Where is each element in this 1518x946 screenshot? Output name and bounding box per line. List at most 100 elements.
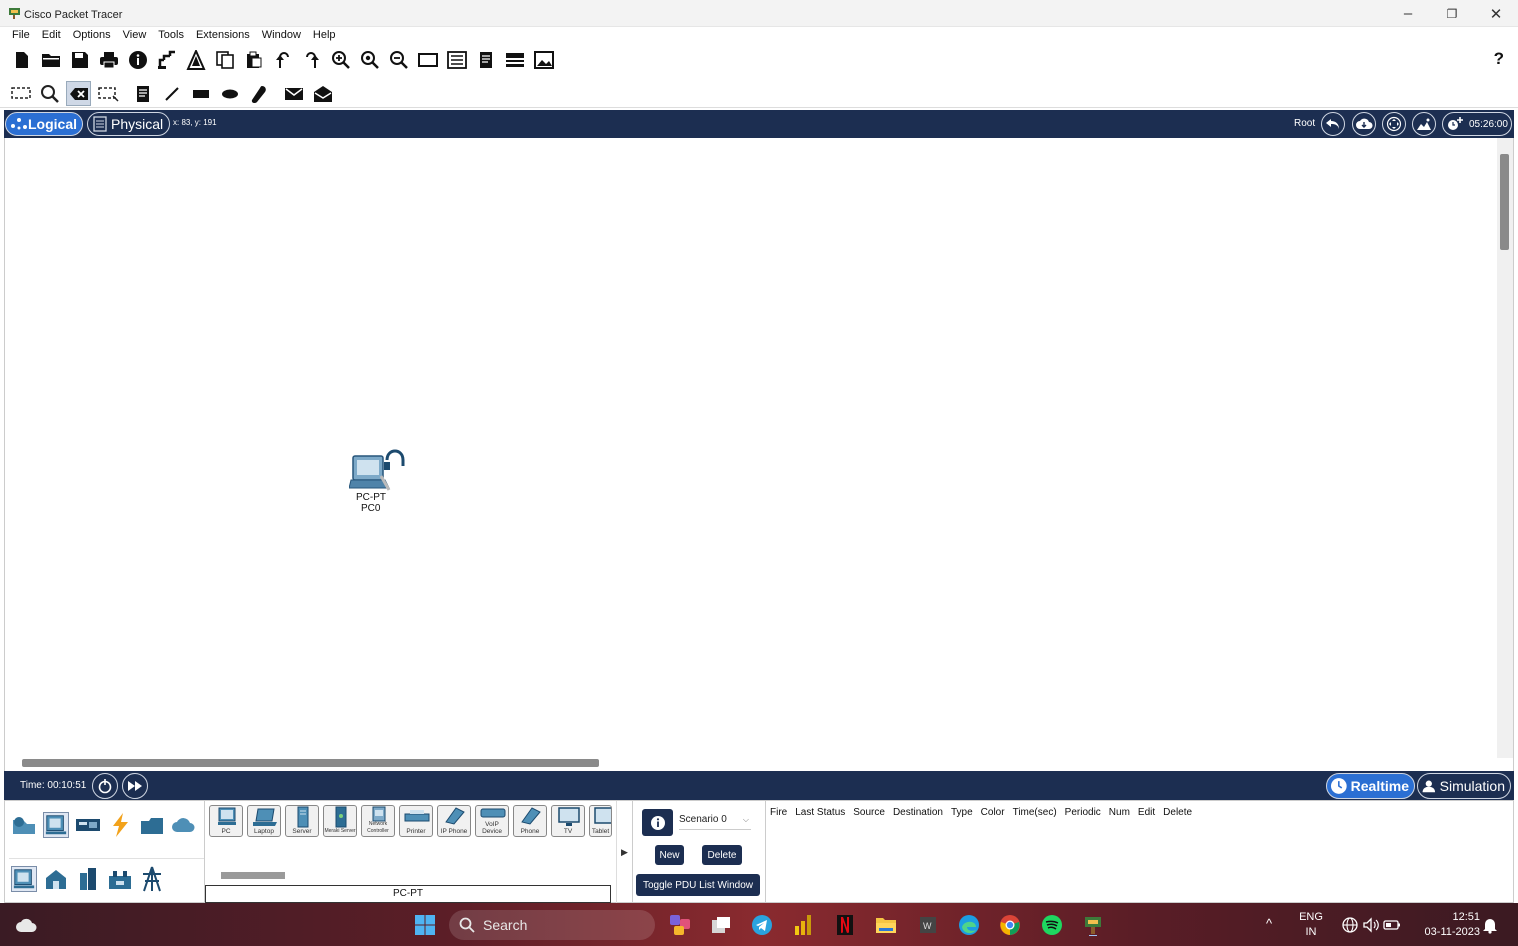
toggle-pdu-list-button[interactable]: Toggle PDU List Window [636,874,760,896]
open-folder-icon[interactable] [39,49,62,72]
pc-device[interactable]: PC-PT PC0 [348,438,409,518]
draw-rectangle-icon[interactable] [188,81,213,106]
taskbar-search[interactable]: Search [449,910,655,940]
task-view-icon[interactable] [709,913,733,937]
spotify-icon[interactable] [1040,913,1064,937]
cluster-cloud-icon[interactable] [1352,112,1376,136]
device-list-scrollbar[interactable] [221,872,285,879]
language-indicator[interactable]: ENG IN [1296,910,1326,940]
pdu-header-source[interactable]: Source [853,807,885,818]
weather-icon[interactable] [14,913,38,937]
new-scenario-button[interactable]: New [655,845,684,865]
network-wizard-icon[interactable] [155,49,178,72]
close-button[interactable]: ✕ [1474,0,1518,27]
device-tile-server[interactable]: Server [285,805,319,837]
horizontal-scrollbar-thumb[interactable] [22,759,599,767]
delete-scenario-button[interactable]: Delete [702,845,742,865]
telegram-icon[interactable] [750,913,774,937]
miscellaneous-category-icon[interactable] [139,812,165,838]
netflix-icon[interactable] [833,913,857,937]
device-tile-network-controller[interactable]: Network Controller [361,805,395,837]
menu-file[interactable]: File [6,27,36,44]
logical-workspace[interactable]: PC-PT PC0 [4,138,1514,771]
activity-wizard-icon[interactable] [184,49,207,72]
realtime-mode-button[interactable]: Realtime [1326,773,1415,799]
device-tile-pc[interactable]: PC [209,805,243,837]
help-button[interactable]: ? [1494,49,1504,69]
pdu-header-periodic[interactable]: Periodic [1065,807,1101,818]
drawing-palette-icon[interactable] [416,49,439,72]
resize-shape-icon[interactable] [95,81,120,106]
word-icon[interactable]: W [916,913,940,937]
pdu-header-time[interactable]: Time(sec) [1013,807,1057,818]
scenario-select[interactable]: Scenario 0 ⌵ [679,814,751,830]
tab-physical[interactable]: Physical [87,112,170,136]
show-hidden-icons-chevron-icon[interactable]: ^ [1266,916,1272,931]
pdu-header-destination[interactable]: Destination [893,807,943,818]
paste-icon[interactable] [242,49,265,72]
root-breadcrumb[interactable]: Root [1294,118,1315,129]
viewport-clock[interactable]: 05:26:00 [1442,112,1512,136]
pdu-header-type[interactable]: Type [951,807,973,818]
zoom-out-icon[interactable] [387,49,410,72]
components-category-icon[interactable] [75,812,101,838]
chrome-browser-icon[interactable] [998,913,1022,937]
power-cycle-icon[interactable] [92,773,118,799]
custom-device-dialog-icon[interactable] [445,49,468,72]
screenshot-icon[interactable] [532,49,555,72]
print-icon[interactable] [97,49,120,72]
industrial-subcategory-icon[interactable] [107,866,133,892]
place-note-icon[interactable] [130,81,155,106]
copilot-app-icon[interactable] [668,913,692,937]
menu-edit[interactable]: Edit [36,27,67,44]
save-icon[interactable] [68,49,91,72]
power-bi-icon[interactable] [791,913,815,937]
pdu-header-last-status[interactable]: Last Status [795,807,845,818]
pdu-header-fire[interactable]: Fire [770,807,787,818]
select-tool-icon[interactable] [8,81,33,106]
device-tile-tablet[interactable]: Tablet [589,805,612,837]
smart-city-subcategory-icon[interactable] [75,866,101,892]
pdu-header-num[interactable]: Num [1109,807,1130,818]
fast-forward-icon[interactable] [122,773,148,799]
draw-line-icon[interactable] [159,81,184,106]
minimize-button[interactable]: – [1386,0,1430,27]
zoom-reset-icon[interactable] [358,49,381,72]
device-tile-ip-phone[interactable]: IP Phone [437,805,471,837]
new-file-icon[interactable] [10,49,33,72]
pc-subcategory-icon[interactable] [11,866,37,892]
set-background-icon[interactable] [1412,112,1436,136]
menu-tools[interactable]: Tools [152,27,190,44]
menu-help[interactable]: Help [307,27,342,44]
vertical-scrollbar-thumb[interactable] [1500,154,1509,250]
inspect-tool-icon[interactable] [37,81,62,106]
back-navigation-icon[interactable] [1321,112,1345,136]
device-tile-phone[interactable]: Phone [513,805,547,837]
device-tile-laptop[interactable]: Laptop [247,805,281,837]
menu-options[interactable]: Options [67,27,117,44]
edge-browser-icon[interactable] [957,913,981,937]
notification-bell-icon[interactable] [1478,913,1502,937]
freeform-icon[interactable] [246,81,271,106]
zoom-in-icon[interactable] [329,49,352,72]
expand-arrow-icon[interactable]: ▶ [616,801,632,904]
menu-extensions[interactable]: Extensions [190,27,256,44]
menu-view[interactable]: View [117,27,153,44]
move-object-icon[interactable] [1382,112,1406,136]
home-subcategory-icon[interactable] [43,866,69,892]
packet-tracer-taskbar-icon[interactable] [1081,913,1105,937]
power-grid-subcategory-icon[interactable] [139,866,165,892]
redo-icon[interactable] [300,49,323,72]
connections-category-icon[interactable] [107,812,133,838]
pdu-list-icon[interactable] [474,49,497,72]
undo-icon[interactable] [271,49,294,72]
add-simple-pdu-icon[interactable] [281,81,306,106]
pdu-header-edit[interactable]: Edit [1138,807,1155,818]
scenario-info-button[interactable] [642,809,673,836]
simulation-mode-button[interactable]: Simulation [1417,773,1511,799]
add-complex-pdu-icon[interactable] [310,81,335,106]
pdu-header-color[interactable]: Color [981,807,1005,818]
delete-tool-icon[interactable] [66,81,91,106]
draw-ellipse-icon[interactable] [217,81,242,106]
maximize-button[interactable]: ❐ [1430,0,1474,27]
